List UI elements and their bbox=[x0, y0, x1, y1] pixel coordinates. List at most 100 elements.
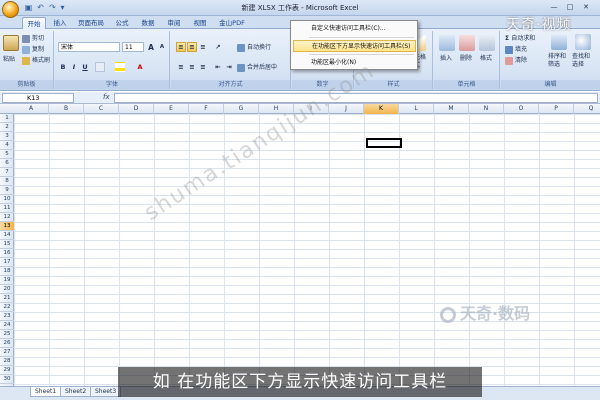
increase-indent-icon[interactable]: ⇥ bbox=[224, 62, 234, 72]
shrink-font-button[interactable]: A bbox=[157, 42, 167, 52]
align-center-icon[interactable]: ≡ bbox=[187, 62, 197, 72]
row-header-18[interactable]: 18 bbox=[0, 267, 14, 276]
format-cells-icon[interactable] bbox=[479, 35, 495, 51]
align-top-icon[interactable]: ≡ bbox=[176, 42, 186, 52]
orientation-icon[interactable]: ↗ bbox=[213, 42, 223, 52]
minimize-button[interactable]: — bbox=[548, 2, 560, 13]
row-header-23[interactable]: 23 bbox=[0, 312, 14, 321]
row-header-5[interactable]: 5 bbox=[0, 150, 14, 159]
row-header-8[interactable]: 8 bbox=[0, 177, 14, 186]
row-header-7[interactable]: 7 bbox=[0, 168, 14, 177]
paste-button[interactable]: 粘贴 bbox=[3, 55, 15, 64]
merge-center-button[interactable]: 合并后居中 bbox=[237, 63, 277, 72]
font-size-select[interactable]: 11 bbox=[122, 42, 144, 52]
row-header-9[interactable]: 9 bbox=[0, 186, 14, 195]
find-select-button[interactable]: 查找和 选择 bbox=[572, 53, 590, 69]
tab-formulas[interactable]: 公式 bbox=[112, 17, 132, 29]
paste-icon[interactable] bbox=[3, 35, 19, 51]
align-right-icon[interactable]: ≡ bbox=[198, 62, 208, 72]
underline-button[interactable]: U bbox=[80, 62, 90, 72]
tab-home[interactable]: 开始 bbox=[22, 17, 46, 29]
row-header-27[interactable]: 27 bbox=[0, 348, 14, 357]
sheet-tab-1[interactable]: Sheet1 bbox=[30, 387, 62, 397]
delete-cells-button[interactable]: 删除 bbox=[460, 54, 472, 63]
row-header-12[interactable]: 12 bbox=[0, 213, 14, 222]
row-header-25[interactable]: 25 bbox=[0, 330, 14, 339]
column-header-n[interactable]: N bbox=[469, 104, 504, 114]
row-header-6[interactable]: 6 bbox=[0, 159, 14, 168]
bold-button[interactable]: B bbox=[58, 62, 68, 72]
row-header-11[interactable]: 11 bbox=[0, 204, 14, 213]
row-header-4[interactable]: 4 bbox=[0, 141, 14, 150]
tab-data[interactable]: 数据 bbox=[138, 17, 158, 29]
sheet-tab-3[interactable]: Sheet3 bbox=[90, 387, 122, 397]
tab-insert[interactable]: 插入 bbox=[50, 17, 70, 29]
row-header-3[interactable]: 3 bbox=[0, 132, 14, 141]
row-header-2[interactable]: 2 bbox=[0, 123, 14, 132]
cell-area[interactable] bbox=[14, 114, 600, 386]
sheet-tab-2[interactable]: Sheet2 bbox=[60, 387, 92, 397]
column-header-l[interactable]: L bbox=[399, 104, 434, 114]
column-header-q[interactable]: Q bbox=[574, 104, 600, 114]
tab-kingsoft-pdf[interactable]: 金山PDF bbox=[216, 17, 248, 29]
row-header-19[interactable]: 19 bbox=[0, 276, 14, 285]
autosum-button[interactable]: Σ 自动求和 bbox=[505, 34, 535, 43]
insert-cells-button[interactable]: 插入 bbox=[440, 54, 452, 63]
close-button[interactable]: ✕ bbox=[580, 2, 592, 13]
align-bottom-icon[interactable]: ≡ bbox=[198, 42, 208, 52]
column-header-m[interactable]: M bbox=[434, 104, 469, 114]
insert-cells-icon[interactable] bbox=[439, 35, 455, 51]
column-header-c[interactable]: C bbox=[84, 104, 119, 114]
format-cells-button[interactable]: 格式 bbox=[480, 54, 492, 63]
row-header-16[interactable]: 16 bbox=[0, 249, 14, 258]
tab-review[interactable]: 审阅 bbox=[164, 17, 184, 29]
fill-button[interactable]: 填充 bbox=[505, 45, 527, 54]
column-header-a[interactable]: A bbox=[14, 104, 49, 114]
office-button[interactable] bbox=[2, 1, 19, 18]
column-header-g[interactable]: G bbox=[224, 104, 259, 114]
tab-page-layout[interactable]: 页面布局 bbox=[74, 17, 108, 29]
fill-color-icon[interactable] bbox=[115, 62, 125, 72]
column-header-o[interactable]: O bbox=[504, 104, 539, 114]
maximize-button[interactable]: □ bbox=[564, 2, 576, 13]
cut-button[interactable]: 剪切 bbox=[22, 34, 44, 43]
menu-item-customize-qat[interactable]: 自定义快速访问工具栏(C)... bbox=[293, 23, 416, 35]
active-cell-k13[interactable] bbox=[366, 138, 402, 148]
column-header-p[interactable]: P bbox=[539, 104, 574, 114]
row-header-1[interactable]: 1 bbox=[0, 114, 14, 123]
row-header-10[interactable]: 10 bbox=[0, 195, 14, 204]
wrap-text-button[interactable]: 自动换行 bbox=[237, 43, 271, 52]
column-header-d[interactable]: D bbox=[119, 104, 154, 114]
row-header-13[interactable]: 13 bbox=[0, 222, 14, 231]
clear-button[interactable]: 清除 bbox=[505, 56, 527, 65]
row-header-24[interactable]: 24 bbox=[0, 321, 14, 330]
row-header-21[interactable]: 21 bbox=[0, 294, 14, 303]
name-box[interactable]: K13 bbox=[2, 93, 74, 103]
row-header-26[interactable]: 26 bbox=[0, 339, 14, 348]
column-header-k[interactable]: K bbox=[364, 104, 399, 114]
row-header-29[interactable]: 29 bbox=[0, 366, 14, 375]
row-header-14[interactable]: 14 bbox=[0, 231, 14, 240]
column-header-b[interactable]: B bbox=[49, 104, 84, 114]
font-color-icon[interactable]: A bbox=[135, 62, 145, 72]
find-select-icon[interactable] bbox=[575, 34, 591, 50]
align-left-icon[interactable]: ≡ bbox=[176, 62, 186, 72]
row-header-17[interactable]: 17 bbox=[0, 258, 14, 267]
row-header-22[interactable]: 22 bbox=[0, 303, 14, 312]
border-icon[interactable] bbox=[95, 62, 105, 72]
format-painter-button[interactable]: 格式刷 bbox=[22, 56, 50, 65]
row-header-30[interactable]: 30 bbox=[0, 375, 14, 384]
font-name-select[interactable]: 宋体 bbox=[58, 42, 120, 52]
menu-item-show-qat-below[interactable]: 在功能区下方显示快速访问工具栏(S) bbox=[293, 40, 416, 52]
delete-cells-icon[interactable] bbox=[459, 35, 475, 51]
grow-font-button[interactable]: A bbox=[146, 42, 156, 52]
sort-filter-icon[interactable] bbox=[551, 34, 567, 50]
tab-view[interactable]: 视图 bbox=[190, 17, 210, 29]
sort-filter-button[interactable]: 排序和 筛选 bbox=[548, 53, 566, 69]
align-middle-icon[interactable]: ≡ bbox=[187, 42, 197, 52]
fx-icon[interactable]: fx bbox=[103, 93, 110, 101]
row-header-28[interactable]: 28 bbox=[0, 357, 14, 366]
row-header-20[interactable]: 20 bbox=[0, 285, 14, 294]
row-header-15[interactable]: 15 bbox=[0, 240, 14, 249]
copy-button[interactable]: 复制 bbox=[22, 45, 44, 54]
